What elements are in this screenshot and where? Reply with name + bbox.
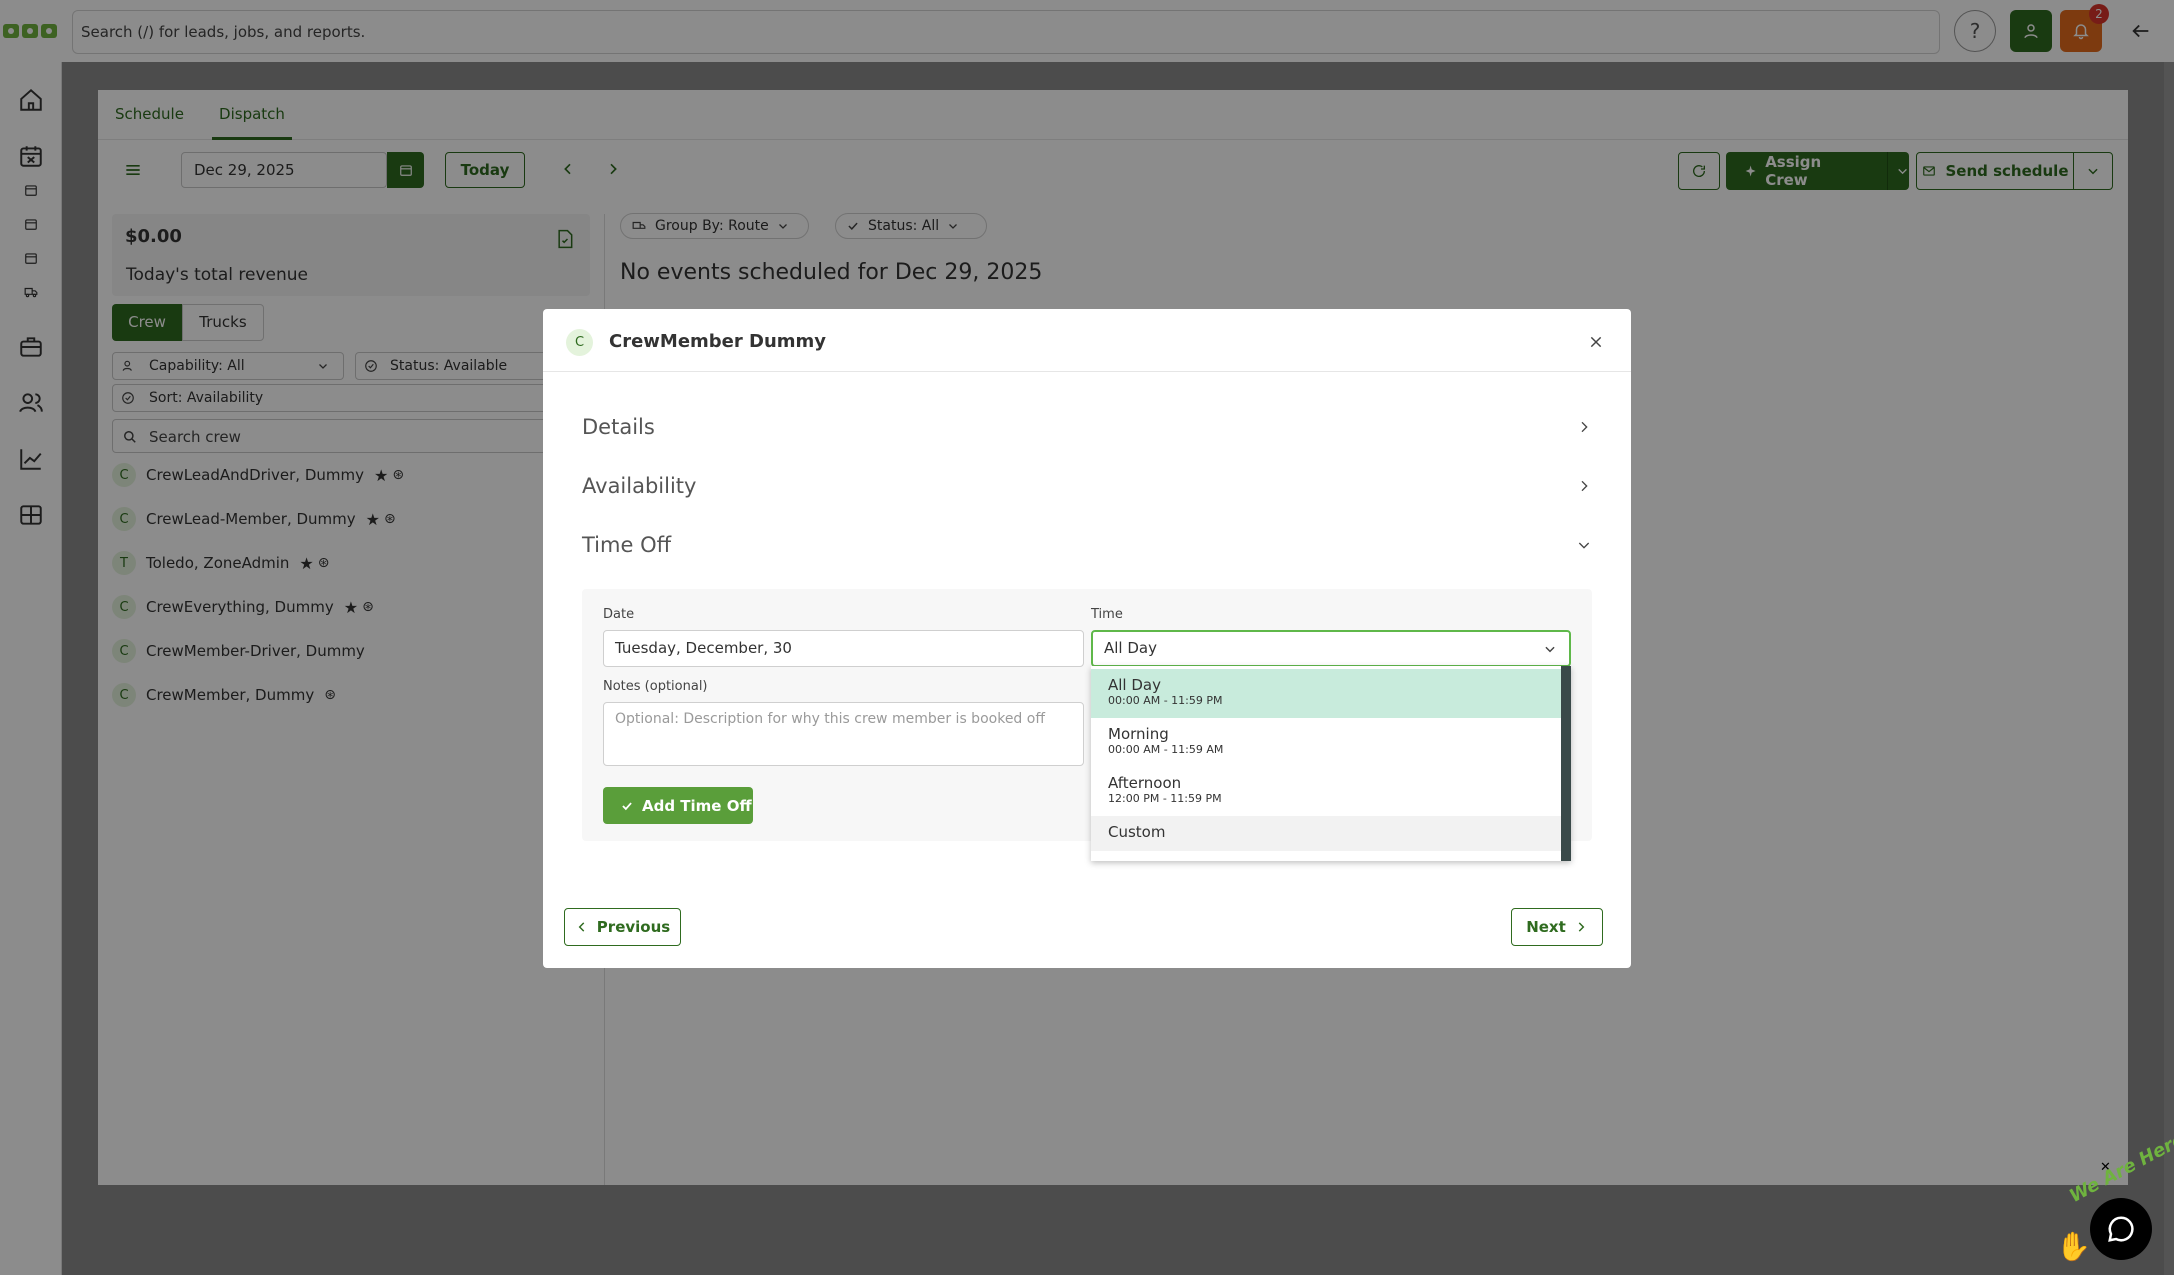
time-option-afternoon[interactable]: Afternoon 12:00 PM - 11:59 PM — [1091, 767, 1561, 816]
modal-title: CrewMember Dummy — [609, 331, 827, 352]
add-time-off-label: Add Time Off — [642, 796, 752, 815]
chevron-right-icon — [1581, 421, 1588, 433]
availability-section-header[interactable]: Availability — [582, 466, 1592, 506]
details-section-label: Details — [582, 415, 655, 439]
chat-button[interactable] — [2090, 1198, 2152, 1260]
dropdown-scrollbar[interactable] — [1561, 666, 1571, 861]
chat-widget[interactable]: ✕ We Are Here! ✋ — [2048, 1125, 2174, 1275]
chevron-down-icon — [1578, 542, 1590, 549]
time-option-custom[interactable]: Custom — [1091, 816, 1561, 851]
avatar: C — [566, 329, 593, 356]
waving-hand-icon: ✋ — [2056, 1230, 2091, 1263]
next-label: Next — [1526, 918, 1566, 936]
add-time-off-button[interactable]: Add Time Off — [603, 787, 753, 824]
next-button[interactable]: Next — [1511, 908, 1603, 946]
chevron-right-icon — [1578, 922, 1585, 932]
option-time-range: 00:00 AM - 11:59 AM — [1108, 743, 1224, 756]
chevron-right-icon — [1581, 480, 1588, 492]
previous-label: Previous — [596, 918, 671, 936]
option-label: Morning — [1108, 725, 1169, 743]
time-option-morning[interactable]: Morning 00:00 AM - 11:59 AM — [1091, 718, 1561, 767]
time-option-all-day[interactable]: All Day 00:00 AM - 11:59 PM — [1091, 669, 1561, 718]
details-section-header[interactable]: Details — [582, 407, 1592, 447]
chat-bubble-icon — [2108, 1216, 2134, 1242]
modal-header: C CrewMember Dummy — [543, 309, 1631, 372]
time-off-date-input[interactable]: Tuesday, December, 30 — [603, 630, 1084, 667]
availability-section-label: Availability — [582, 474, 697, 498]
chevron-down-icon — [1545, 646, 1555, 653]
option-label: All Day — [1108, 676, 1161, 694]
close-icon[interactable] — [1588, 334, 1604, 350]
previous-button[interactable]: Previous — [564, 908, 681, 946]
crew-member-modal: C CrewMember Dummy Details Availability … — [543, 309, 1631, 968]
time-off-section-label: Time Off — [582, 533, 672, 557]
time-label: Time — [1091, 607, 1123, 622]
option-label: Custom — [1108, 823, 1166, 841]
time-options-dropdown: All Day 00:00 AM - 11:59 PM Morning 00:0… — [1091, 666, 1571, 861]
notes-label: Notes (optional) — [603, 679, 708, 694]
time-select-value: All Day — [1104, 639, 1157, 657]
option-label: Afternoon — [1108, 774, 1182, 792]
time-off-section-header[interactable]: Time Off — [582, 525, 1592, 565]
time-select[interactable]: All Day — [1091, 630, 1571, 667]
check-icon — [622, 801, 632, 810]
notes-textarea[interactable]: Optional: Description for why this crew … — [603, 702, 1084, 766]
option-time-range: 12:00 PM - 11:59 PM — [1108, 792, 1222, 805]
date-label: Date — [603, 607, 635, 622]
option-time-range: 00:00 AM - 11:59 PM — [1108, 694, 1223, 707]
chevron-left-icon — [578, 922, 585, 932]
